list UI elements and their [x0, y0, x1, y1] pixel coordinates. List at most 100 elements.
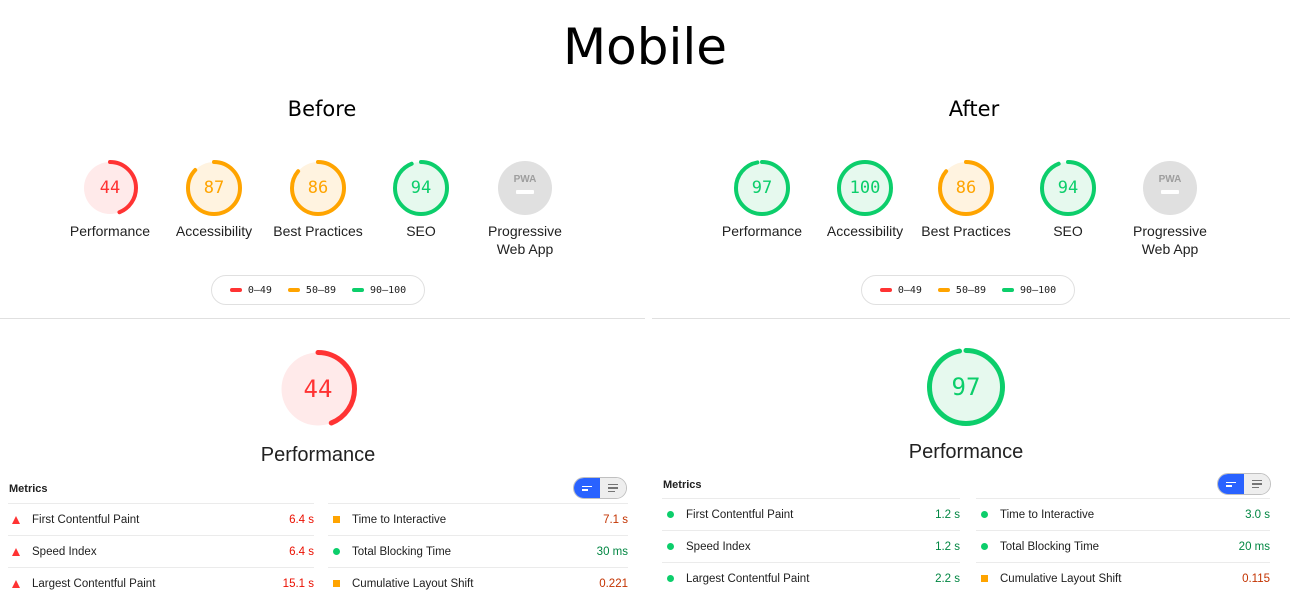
pwa-badge-text: PWA	[1159, 174, 1182, 185]
legend-range: 90–100	[1020, 284, 1057, 296]
after-panel: After 97 Performance 100 Accessibility 8…	[652, 0, 1290, 599]
gauge-score: 100	[850, 178, 881, 198]
metric-row[interactable]: Largest Contentful Paint 2.2 s	[662, 562, 960, 594]
metric-row[interactable]: Largest Contentful Paint 15.1 s	[8, 567, 314, 599]
gauge-accessibility[interactable]: 87 Accessibility	[159, 160, 269, 240]
pwa-dash-icon	[1161, 190, 1179, 194]
legend-dash-icon	[1002, 288, 1015, 292]
pwa-badge-icon: PWA	[498, 161, 552, 215]
expanded-view-icon[interactable]	[600, 478, 626, 498]
status-shape	[12, 579, 20, 588]
gauge-accessibility[interactable]: 100 Accessibility	[810, 160, 920, 240]
gauge-label: Best Practices	[273, 223, 363, 239]
metric-name: Largest Contentful Paint	[32, 577, 156, 590]
status-shape	[666, 511, 674, 518]
legend-item-pass: 90–100	[352, 285, 406, 296]
gauge-seo[interactable]: 94 SEO	[1013, 160, 1123, 240]
score-legend: 0–49 50–89 90–100	[861, 275, 1075, 305]
legend-item-fail: 0–49	[879, 285, 922, 296]
gauge-label-line1: Progressive	[488, 223, 562, 239]
gauge-label: Progressive Web App	[470, 222, 580, 258]
before-heading: Before	[287, 97, 357, 121]
metric-row[interactable]: Total Blocking Time 30 ms	[328, 535, 628, 567]
metric-value: 30 ms	[596, 545, 628, 558]
metric-row[interactable]: Total Blocking Time 20 ms	[976, 530, 1270, 562]
legend-item-pass: 90–100	[1002, 285, 1056, 296]
metric-row[interactable]: Time to Interactive 7.1 s	[328, 503, 628, 535]
compact-view-icon[interactable]	[574, 478, 600, 498]
average-square-icon	[976, 575, 992, 582]
gauge-best-practices[interactable]: 86 Best Practices	[263, 160, 373, 240]
legend-dash-icon	[937, 288, 950, 292]
pwa-badge-text: PWA	[514, 174, 537, 185]
metric-name: Time to Interactive	[1000, 508, 1095, 521]
gauge-score: 86	[956, 178, 976, 198]
metric-value: 6.4 s	[289, 513, 314, 526]
legend-item-average: 50–89	[287, 285, 336, 296]
gauge-pwa[interactable]: PWA Progressive Web App	[470, 160, 580, 258]
gauge-label: SEO	[406, 223, 436, 239]
legend-item-average: 50–89	[937, 285, 986, 296]
metrics-heading: Metrics	[663, 479, 702, 491]
metric-value: 0.115	[1242, 572, 1270, 585]
legend-dash-icon	[229, 288, 242, 292]
gauge-score: 86	[308, 178, 328, 198]
gauge-ring: 86	[938, 160, 994, 216]
metric-value: 3.0 s	[1245, 508, 1270, 521]
status-shape	[980, 511, 988, 518]
legend-dash-icon	[287, 288, 300, 292]
gauge-label-line1: Progressive	[1133, 223, 1207, 239]
gauge-pwa[interactable]: PWA Progressive Web App	[1115, 160, 1225, 258]
gauge-ring: 86	[290, 160, 346, 216]
metrics-view-toggle[interactable]	[1217, 473, 1271, 495]
metric-row[interactable]: Speed Index 1.2 s	[662, 530, 960, 562]
gauge-label-line2: Web App	[1141, 241, 1199, 257]
gauge-label: Performance	[69, 223, 151, 239]
expanded-view-icon[interactable]	[1244, 474, 1270, 494]
compact-view-icon[interactable]	[1218, 474, 1244, 494]
metrics-heading: Metrics	[9, 483, 48, 495]
metric-name: Cumulative Layout Shift	[1000, 572, 1122, 585]
featured-gauge-performance[interactable]: 97	[911, 348, 1021, 426]
metric-value: 1.2 s	[935, 540, 960, 553]
pwa-badge-icon: PWA	[1143, 161, 1197, 215]
metric-row[interactable]: Cumulative Layout Shift 0.221	[328, 567, 628, 599]
after-heading: After	[948, 97, 1000, 121]
gauge-score: 94	[1058, 178, 1078, 198]
pwa-dash-icon	[516, 190, 534, 194]
gauge-score: 87	[204, 178, 224, 198]
score-legend: 0–49 50–89 90–100	[211, 275, 425, 305]
metrics-view-toggle[interactable]	[573, 477, 627, 499]
metric-name: Speed Index	[32, 545, 97, 558]
metric-row[interactable]: Time to Interactive 3.0 s	[976, 498, 1270, 530]
metric-name: Speed Index	[686, 540, 751, 553]
gauge-seo[interactable]: 94 SEO	[366, 160, 476, 240]
metric-value: 2.2 s	[935, 572, 960, 585]
featured-label: Performance	[260, 444, 376, 466]
status-shape	[666, 543, 674, 550]
gauge-ring: 100	[837, 160, 893, 216]
metric-value: 0.221	[599, 577, 628, 590]
pass-circle-icon	[662, 511, 678, 518]
status-shape	[12, 547, 20, 556]
gauge-label: Progressive Web App	[1115, 222, 1225, 258]
metric-name: First Contentful Paint	[32, 513, 140, 526]
fail-triangle-icon	[8, 547, 24, 556]
metric-row[interactable]: First Contentful Paint 6.4 s	[8, 503, 314, 535]
gauge-label: SEO	[1053, 223, 1083, 239]
gauge-ring: 87	[186, 160, 242, 216]
metric-value: 15.1 s	[282, 577, 314, 590]
gauge-performance[interactable]: 97 Performance	[707, 160, 817, 240]
gauge-best-practices[interactable]: 86 Best Practices	[911, 160, 1021, 240]
fail-triangle-icon	[8, 579, 24, 588]
legend-range: 0–49	[247, 284, 272, 296]
gauge-performance[interactable]: 44 Performance	[55, 160, 165, 240]
before-panel: Before 44 Performance 87 Accessibility 8…	[0, 0, 645, 599]
gauge-score: 44	[100, 178, 120, 198]
metric-row[interactable]: Cumulative Layout Shift 0.115	[976, 562, 1270, 594]
metric-row[interactable]: First Contentful Paint 1.2 s	[662, 498, 960, 530]
divider	[0, 318, 645, 319]
metric-row[interactable]: Speed Index 6.4 s	[8, 535, 314, 567]
featured-gauge-performance[interactable]: 44	[263, 350, 373, 428]
pwa-badge-background	[498, 161, 552, 215]
